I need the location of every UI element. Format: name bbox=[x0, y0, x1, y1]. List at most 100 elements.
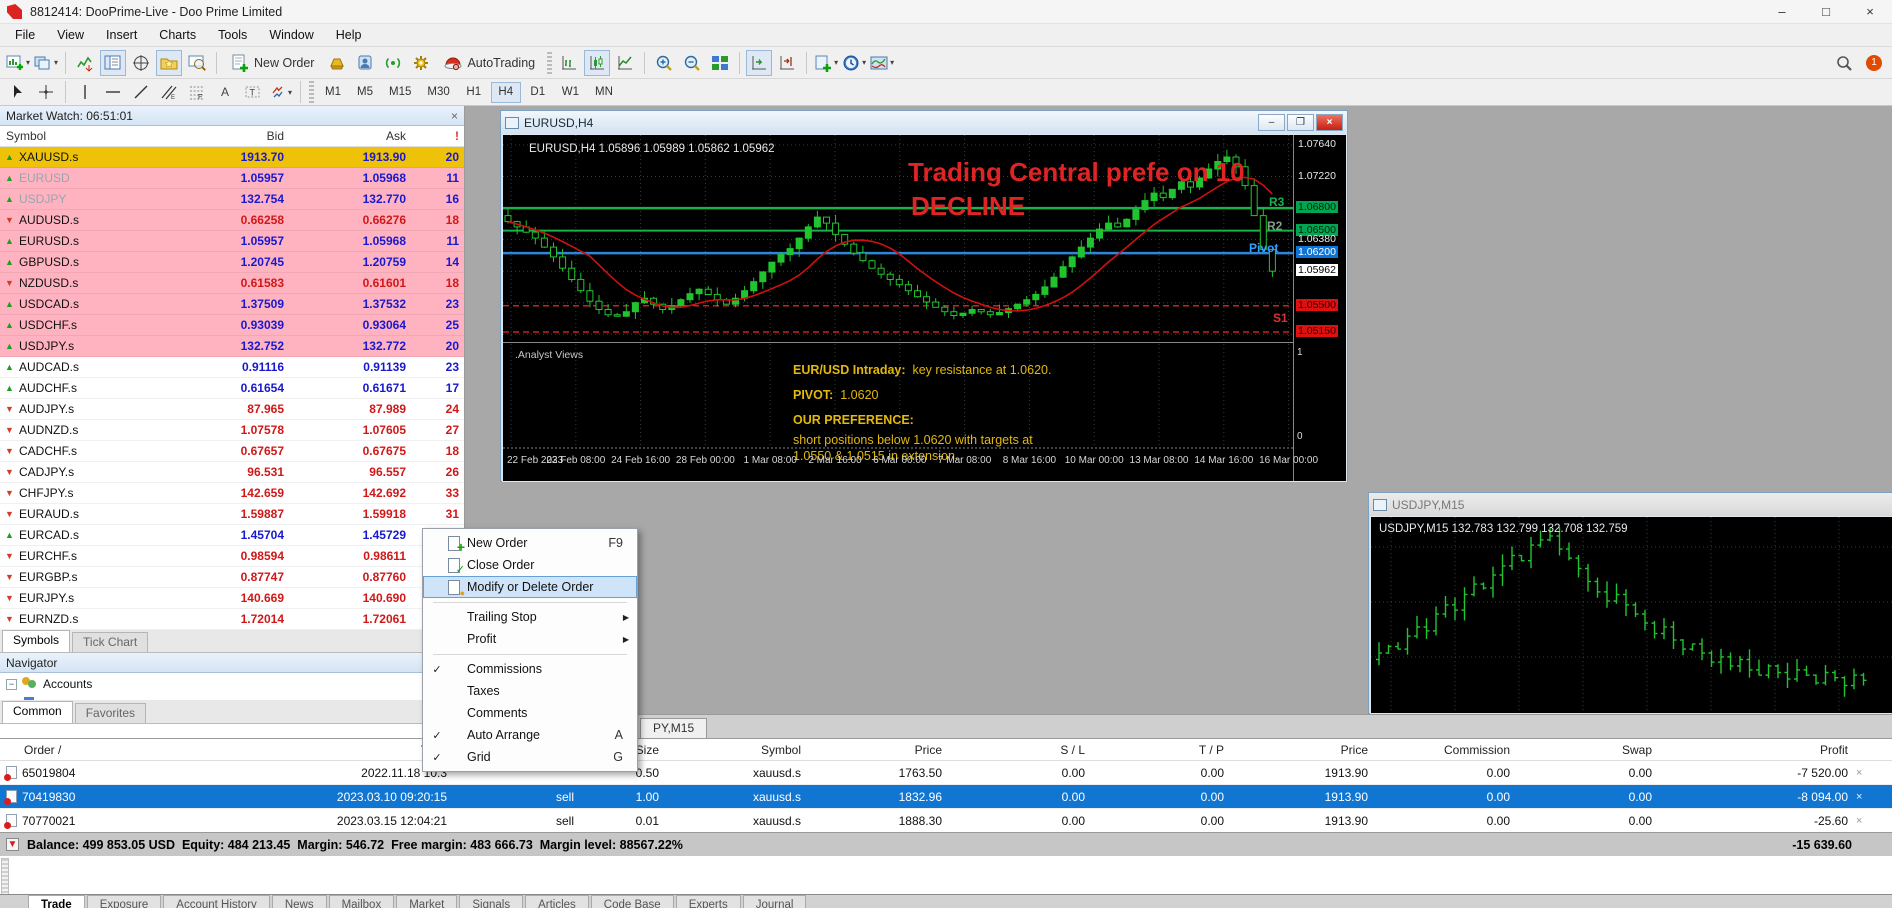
timeframe-button[interactable]: M15 bbox=[382, 82, 418, 103]
usdjpy-window-title-bar[interactable]: USDJPY,M15 bbox=[1369, 493, 1892, 516]
market-watch-row[interactable]: ▼EURJPY.s 140.669 140.690 bbox=[0, 588, 464, 609]
expert-settings-icon[interactable] bbox=[408, 50, 434, 76]
orders-column-header[interactable]: Price bbox=[809, 743, 950, 757]
bar-chart-mode-icon[interactable] bbox=[556, 50, 582, 76]
fibonacci-icon[interactable]: F bbox=[184, 79, 210, 105]
navigator-tab[interactable]: Common bbox=[2, 701, 73, 723]
orders-column-header[interactable]: Profit bbox=[1660, 743, 1856, 757]
orders-column-header[interactable]: T / P bbox=[1093, 743, 1232, 757]
vertical-line-icon[interactable] bbox=[72, 79, 98, 105]
title-bar[interactable]: 8812414: DooPrime-Live - Doo Prime Limit… bbox=[0, 0, 1892, 24]
orders-column-header[interactable]: Swap bbox=[1518, 743, 1660, 757]
cursor-icon[interactable] bbox=[5, 79, 31, 105]
new-chart-icon[interactable]: ▾ bbox=[5, 50, 31, 76]
periods-dropdown-icon[interactable]: ▾ bbox=[841, 50, 867, 76]
context-menu-item[interactable] bbox=[423, 598, 637, 606]
menu-item[interactable]: Tools bbox=[207, 26, 258, 44]
line-chart-mode-icon[interactable] bbox=[612, 50, 638, 76]
terminal-tab[interactable]: Account History bbox=[163, 895, 270, 908]
terminal-tab[interactable]: Market bbox=[396, 895, 457, 908]
context-menu-item[interactable]: Taxes bbox=[423, 680, 637, 702]
arrows-dropdown-icon[interactable]: ▾ bbox=[268, 79, 294, 105]
context-menu-item[interactable]: ✓ Commissions bbox=[423, 658, 637, 680]
candlestick-mode-icon[interactable] bbox=[584, 50, 610, 76]
market-watch-row[interactable]: ▼EURGBP.s 0.87747 0.87760 bbox=[0, 567, 464, 588]
orders-column-header[interactable]: Commission bbox=[1376, 743, 1518, 757]
timeframe-button[interactable]: MN bbox=[588, 82, 620, 103]
terminal-tab[interactable]: News bbox=[272, 895, 327, 908]
market-watch-row[interactable]: ▲AUDCAD.s 0.91116 0.91139 23 bbox=[0, 357, 464, 378]
context-menu-item[interactable]: ✓ Grid G bbox=[423, 746, 637, 768]
menu-item[interactable]: Help bbox=[325, 26, 373, 44]
column-spread[interactable]: ! bbox=[412, 129, 465, 143]
terminal-tab[interactable]: Trade bbox=[28, 895, 85, 908]
new-chart-dropdown-icon[interactable]: ▾ bbox=[813, 50, 839, 76]
chart-restore-button[interactable]: ❐ bbox=[1287, 114, 1314, 131]
crosshair-icon[interactable] bbox=[33, 79, 59, 105]
market-watch-tab[interactable]: Tick Chart bbox=[72, 632, 148, 652]
menu-item[interactable]: Charts bbox=[148, 26, 207, 44]
auto-scroll-icon[interactable] bbox=[746, 50, 772, 76]
market-watch-row[interactable]: ▼EURNZD.s 1.72014 1.72061 bbox=[0, 609, 464, 630]
orders-column-header[interactable]: S / L bbox=[950, 743, 1093, 757]
equidistant-channel-icon[interactable]: E bbox=[156, 79, 182, 105]
market-watch-row[interactable]: ▼CHFJPY.s 142.659 142.692 33 bbox=[0, 483, 464, 504]
timeframe-button[interactable]: H4 bbox=[491, 82, 521, 103]
signal-icon[interactable] bbox=[380, 50, 406, 76]
terminal-tab[interactable]: Journal bbox=[743, 895, 807, 908]
terminal-toggle-icon[interactable] bbox=[184, 50, 210, 76]
market-watch-row[interactable]: ▲EURUSD.s 1.05957 1.05968 11 bbox=[0, 231, 464, 252]
orders-column-header[interactable]: Symbol bbox=[667, 743, 809, 757]
chart-shift-icon[interactable] bbox=[774, 50, 800, 76]
chart-minimize-button[interactable]: – bbox=[1258, 114, 1285, 131]
text-tool-icon[interactable]: A bbox=[212, 79, 238, 105]
window-minimize-button[interactable]: – bbox=[1760, 0, 1804, 24]
market-watch-row[interactable]: ▲GBPUSD.s 1.20745 1.20759 14 bbox=[0, 252, 464, 273]
terminal-tab[interactable]: Mailbox bbox=[329, 895, 395, 908]
community-icon[interactable] bbox=[352, 50, 378, 76]
order-close-icon[interactable]: × bbox=[1856, 791, 1892, 803]
zoom-in-icon[interactable] bbox=[651, 50, 677, 76]
window-close-button[interactable]: × bbox=[1848, 0, 1892, 24]
menu-item[interactable]: File bbox=[4, 26, 46, 44]
market-watch-row[interactable]: ▲USDCAD.s 1.37509 1.37532 23 bbox=[0, 294, 464, 315]
market-watch-row[interactable]: ▼AUDJPY.s 87.965 87.989 24 bbox=[0, 399, 464, 420]
market-watch-toggle-icon[interactable] bbox=[100, 50, 126, 76]
context-menu-item[interactable]: Close Order bbox=[423, 554, 637, 576]
market-watch-row[interactable]: ▼NZDUSD.s 0.61583 0.61601 18 bbox=[0, 273, 464, 294]
market-watch-row[interactable]: ▲AUDCHF.s 0.61654 0.61671 17 bbox=[0, 378, 464, 399]
market-watch-close-icon[interactable]: × bbox=[451, 109, 458, 123]
tick-chart-icon[interactable] bbox=[72, 50, 98, 76]
timeframe-button[interactable]: M30 bbox=[420, 82, 456, 103]
timeframe-button[interactable]: M5 bbox=[350, 82, 380, 103]
market-watch-row[interactable]: ▼CADCHF.s 0.67657 0.67675 18 bbox=[0, 441, 464, 462]
context-menu-item[interactable]: Trailing Stop ▶ bbox=[423, 606, 637, 628]
order-row[interactable]: 65019804 2022.11.18 10:3 0.50 xauusd.s 1… bbox=[0, 761, 1892, 785]
context-menu-item[interactable]: New Order F9 bbox=[423, 532, 637, 554]
notification-badge[interactable]: 1 bbox=[1866, 55, 1882, 71]
search-icon[interactable] bbox=[1831, 50, 1857, 76]
timeframe-button[interactable]: M1 bbox=[318, 82, 348, 103]
usdjpy-window-tab[interactable]: PY,M15 bbox=[640, 718, 707, 739]
timeframe-button[interactable]: H1 bbox=[459, 82, 489, 103]
menu-item[interactable]: View bbox=[46, 26, 95, 44]
market-watch-row[interactable]: ▲EURUSD 1.05957 1.05968 11 bbox=[0, 168, 464, 189]
order-row[interactable]: 70419830 2023.03.10 09:20:15 sell 1.00 x… bbox=[0, 785, 1892, 809]
terminal-tab[interactable]: Signals bbox=[459, 895, 523, 908]
market-watch-row[interactable]: ▼EURCHF.s 0.98594 0.98611 bbox=[0, 546, 464, 567]
autotrading-button[interactable]: AutoTrading bbox=[436, 50, 543, 76]
navigator-tab[interactable]: Favorites bbox=[75, 703, 146, 723]
market-watch-row[interactable]: ▲USDCHF.s 0.93039 0.93064 25 bbox=[0, 315, 464, 336]
chart-close-button[interactable]: × bbox=[1316, 114, 1343, 131]
market-watch-row[interactable]: ▼AUDUSD.s 0.66258 0.66276 18 bbox=[0, 210, 464, 231]
gold-symbols-icon[interactable] bbox=[324, 50, 350, 76]
market-watch-row[interactable]: ▲USDJPY 132.754 132.770 16 bbox=[0, 189, 464, 210]
terminal-tab[interactable]: Experts bbox=[676, 895, 741, 908]
new-order-button[interactable]: New Order bbox=[223, 50, 322, 76]
text-label-icon[interactable]: T bbox=[240, 79, 266, 105]
market-watch-row[interactable]: ▲USDJPY.s 132.752 132.772 20 bbox=[0, 336, 464, 357]
tree-expander-icon[interactable]: − bbox=[6, 679, 17, 690]
context-menu-item[interactable] bbox=[423, 650, 637, 658]
market-watch-row[interactable]: ▲XAUUSD.s 1913.70 1913.90 20 bbox=[0, 147, 464, 168]
timeframe-button[interactable]: D1 bbox=[523, 82, 553, 103]
